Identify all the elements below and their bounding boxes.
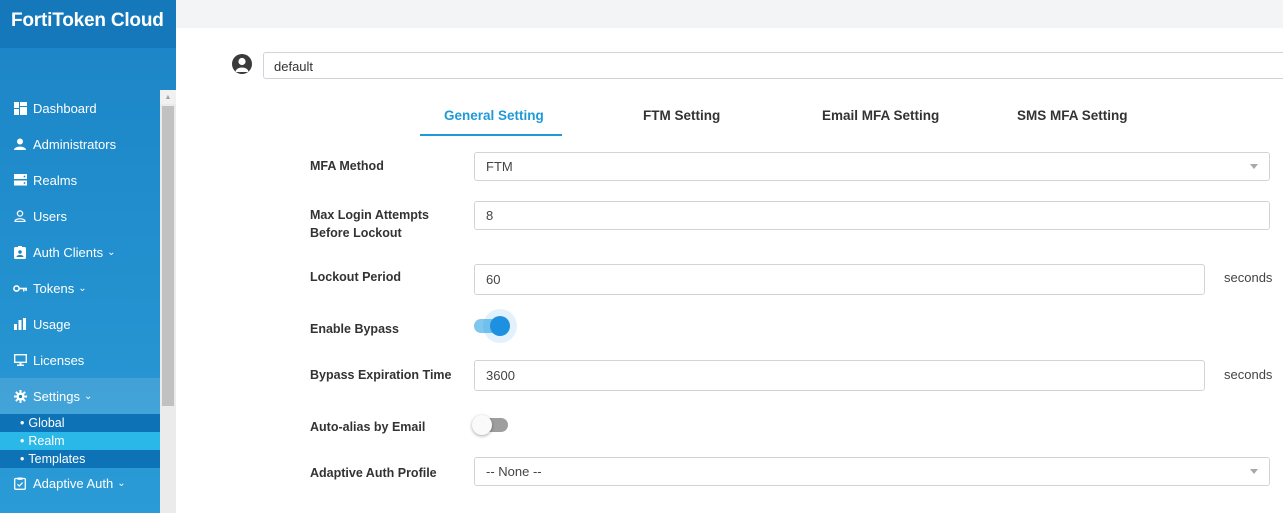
sidebar-item-settings[interactable]: Settings ⌄	[0, 378, 176, 414]
sidebar-item-realms[interactable]: Realms	[0, 162, 176, 198]
sidebar-item-label: Administrators	[33, 136, 117, 152]
lockout-period-value: 60	[486, 272, 501, 287]
max-login-attempts-value: 8	[486, 208, 494, 223]
app-title: FortiToken Cloud	[0, 0, 176, 48]
chevron-down-icon: ⌄	[83, 390, 93, 402]
adaptive-auth-profile-select[interactable]: -- None --	[474, 457, 1270, 486]
auto-alias-label: Auto-alias by Email	[310, 420, 426, 434]
mfa-method-label: MFA Method	[310, 159, 384, 173]
sidebar-subitem-templates[interactable]: Templates	[0, 450, 176, 468]
sidebar-item-label: Tokens	[33, 280, 75, 296]
toggle-knob	[490, 316, 510, 336]
tab-sms-mfa-setting[interactable]: SMS MFA Setting	[1017, 108, 1128, 123]
sidebar: FortiToken Cloud Dashboard Administrator…	[0, 0, 176, 513]
sidebar-item-label: Adaptive Auth	[33, 475, 114, 491]
sidebar-item-usage[interactable]: Usage	[0, 306, 176, 342]
sidebar-item-label: Dashboard	[33, 100, 97, 116]
sidebar-item-label: Realms	[33, 172, 78, 188]
adaptive-auth-profile-label: Adaptive Auth Profile	[310, 466, 437, 480]
id-badge-icon	[13, 245, 27, 259]
sidebar-item-label: Usage	[33, 316, 71, 332]
chevron-down-icon: ⌄	[78, 282, 87, 294]
sidebar-item-licenses[interactable]: Licenses	[0, 342, 176, 378]
scroll-up-icon[interactable]: ▲	[160, 90, 176, 104]
active-tab-indicator	[420, 134, 562, 136]
mfa-method-select[interactable]: FTM	[474, 152, 1270, 181]
scrollbar-thumb[interactable]	[162, 106, 174, 406]
user-outline-icon	[13, 209, 27, 223]
realm-select[interactable]: default	[263, 52, 1283, 79]
bypass-expiration-unit: seconds	[1224, 367, 1273, 382]
lockout-period-label: Lockout Period	[310, 270, 401, 284]
max-login-attempts-label: Max Login Attempts Before Lockout	[310, 206, 429, 242]
sidebar-scrollbar[interactable]: ▲	[160, 90, 176, 513]
clipboard-icon	[13, 476, 27, 490]
enable-bypass-toggle[interactable]	[474, 316, 510, 336]
top-bar	[176, 0, 1283, 28]
caret-down-icon	[1250, 469, 1258, 474]
tab-general-setting[interactable]: General Setting	[444, 108, 544, 123]
sidebar-item-label: Licenses	[33, 352, 85, 368]
sidebar-nav: Dashboard Administrators Realms Users Au…	[0, 90, 176, 414]
chevron-down-icon: ⌄	[117, 477, 126, 489]
max-login-attempts-label-line1: Max Login Attempts	[310, 208, 429, 222]
adaptive-auth-profile-value: -- None --	[486, 464, 542, 479]
monitor-icon	[13, 353, 27, 367]
bypass-expiration-input[interactable]: 3600	[474, 360, 1205, 391]
sidebar-item-users[interactable]: Users	[0, 198, 176, 234]
sidebar-item-label: Auth Clients	[33, 244, 104, 260]
server-icon	[13, 173, 27, 187]
sidebar-subitem-realm[interactable]: Realm	[0, 432, 176, 450]
bypass-expiration-value: 3600	[486, 368, 515, 383]
max-login-attempts-input[interactable]: 8	[474, 201, 1270, 230]
auto-alias-toggle[interactable]	[472, 415, 508, 435]
gear-icon	[13, 389, 27, 403]
sidebar-nav-lower: Adaptive Auth ⌄	[0, 468, 176, 498]
mfa-method-value: FTM	[486, 159, 513, 174]
dashboard-icon	[13, 101, 27, 115]
avatar-icon	[232, 54, 252, 74]
realm-row: default	[232, 52, 1283, 80]
lockout-period-input[interactable]: 60	[474, 264, 1205, 295]
sidebar-item-dashboard[interactable]: Dashboard	[0, 90, 176, 126]
sidebar-item-administrators[interactable]: Administrators	[0, 126, 176, 162]
tab-email-mfa-setting[interactable]: Email MFA Setting	[822, 108, 939, 123]
sidebar-item-label: Users	[33, 208, 67, 224]
sidebar-subitem-global[interactable]: Global	[0, 414, 176, 432]
max-login-attempts-label-line2: Before Lockout	[310, 226, 402, 240]
sidebar-item-tokens[interactable]: Tokens ⌄	[0, 270, 176, 306]
sidebar-item-auth-clients[interactable]: Auth Clients ⌄	[0, 234, 176, 270]
sidebar-item-adaptive-auth[interactable]: Adaptive Auth ⌄	[0, 468, 176, 498]
bar-chart-icon	[13, 317, 27, 331]
caret-down-icon	[1250, 164, 1258, 169]
settings-submenu: Global Realm Templates	[0, 414, 176, 468]
tab-ftm-setting[interactable]: FTM Setting	[643, 108, 720, 123]
person-icon	[13, 137, 27, 151]
enable-bypass-label: Enable Bypass	[310, 322, 399, 336]
chevron-down-icon: ⌄	[107, 246, 116, 258]
bypass-expiration-label: Bypass Expiration Time	[310, 368, 452, 382]
toggle-knob	[472, 415, 492, 435]
sidebar-item-label: Settings	[33, 388, 80, 404]
lockout-period-unit: seconds	[1224, 270, 1273, 285]
key-icon	[13, 281, 27, 295]
